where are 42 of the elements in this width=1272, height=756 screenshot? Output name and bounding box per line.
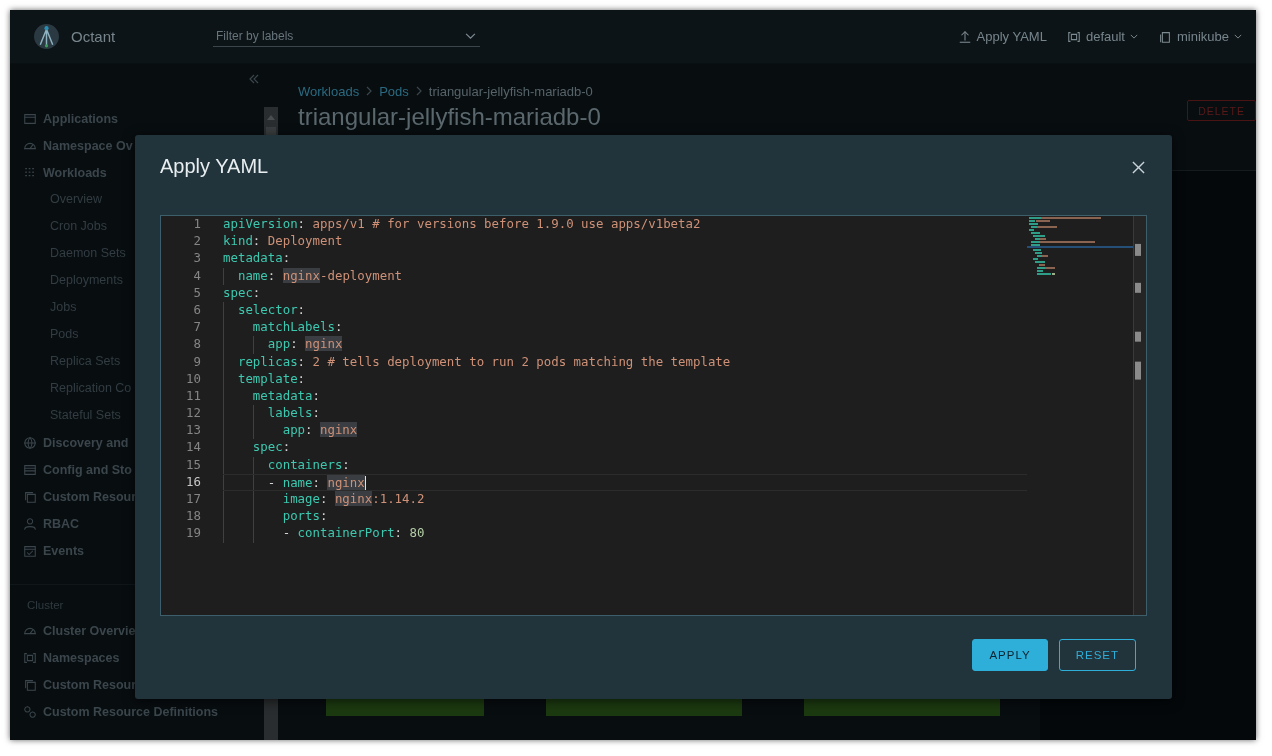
page-title: triangular-jellyfish-mariadb-0 [298,103,602,131]
code-line: matchLabels: [251,319,343,335]
code-line: - containerPort: 80 [281,525,425,541]
dialog-title: Apply YAML [160,155,269,178]
line-number: 16 [185,473,201,491]
line-number: 15 [185,456,201,474]
code-line: spec: [223,284,261,300]
line-number: 14 [185,439,201,457]
app-name: Octant [71,28,116,45]
code-line: replicas: 2 # tells deployment to run 2 pods matching the template [236,353,731,369]
line-number: 13 [185,422,201,440]
code-line: template: [236,370,306,386]
code-line: image: nginx:1.14.2 [281,491,425,506]
code-line: metadata: [251,387,320,403]
line-number: 11 [185,387,201,405]
line-number: 18 [185,508,201,526]
line-number: 9 [192,353,201,371]
line-number: 12 [185,405,201,423]
code-line: ports: [281,508,328,524]
code-line: containers: [266,456,350,472]
line-number: 2 [192,233,201,251]
line-number: 19 [185,525,201,543]
line-number: 3 [192,250,201,268]
line-number: 8 [192,336,201,354]
code-line: name: nginx-deployment [236,267,403,283]
code-line: app: nginx [266,336,343,352]
code-line: apiVersion: apps/v1 # for versions before 1.9.0 use apps/v1beta2 [223,216,701,231]
line-number: 6 [192,301,201,319]
code-line: selector: [236,301,306,317]
line-number: 4 [192,267,201,285]
line-number: 17 [185,491,201,508]
line-number: 10 [185,370,201,388]
code-line: labels: [266,405,320,421]
code-line: spec: [251,439,291,455]
code-line: kind: Deployment [223,233,343,249]
line-number: 1 [192,216,201,233]
line-number: 5 [192,284,201,302]
code-line: metadata: [223,250,291,266]
code-line: - name: nginx [266,474,365,490]
code-line: app: nginx [281,422,358,438]
line-number: 7 [192,319,201,337]
breadcrumb-current: triangular-jellyfish-mariadb-0 [428,83,593,99]
